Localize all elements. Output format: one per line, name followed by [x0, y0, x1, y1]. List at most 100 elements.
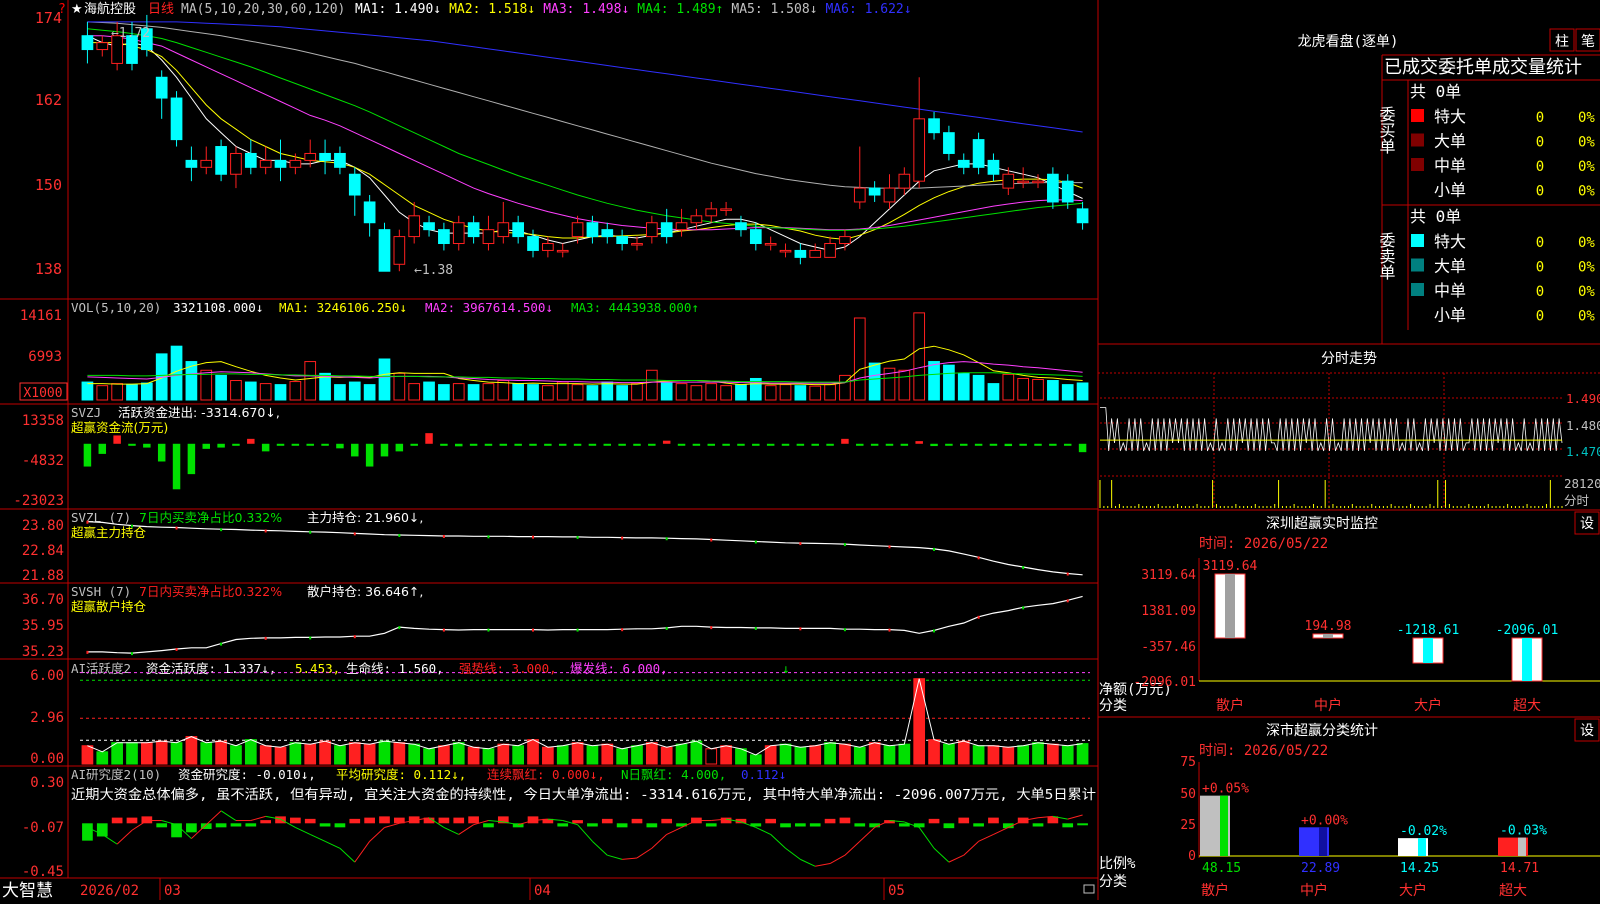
candle[interactable] [438, 229, 450, 245]
candle[interactable] [244, 152, 257, 168]
candle[interactable] [957, 159, 970, 168]
flow-bar[interactable] [187, 443, 196, 475]
research-bar[interactable] [364, 817, 375, 824]
research-bar[interactable] [839, 817, 851, 824]
volume-bar[interactable] [660, 382, 673, 401]
candle[interactable] [467, 222, 480, 238]
candle[interactable] [363, 201, 376, 224]
activity-bar[interactable] [586, 745, 599, 765]
research-bar[interactable] [156, 823, 168, 828]
flow-bar[interactable] [870, 443, 879, 446]
activity-bar[interactable] [185, 736, 198, 765]
activity-bar[interactable] [244, 739, 257, 765]
research-bar[interactable] [572, 820, 583, 824]
volume-bar[interactable] [913, 312, 926, 401]
research-bar[interactable] [141, 816, 153, 824]
candle[interactable] [155, 76, 168, 99]
volume-bar[interactable] [111, 383, 123, 401]
candle[interactable] [987, 159, 1000, 175]
research-bar[interactable] [646, 823, 658, 828]
candle[interactable] [720, 208, 732, 211]
flow-bar[interactable] [276, 443, 285, 446]
research-bar[interactable] [973, 823, 984, 827]
volume-bar[interactable] [943, 364, 955, 401]
activity-bar[interactable] [378, 740, 391, 765]
ai-research-chart[interactable] [82, 810, 1088, 867]
activity-bar[interactable] [408, 743, 421, 765]
flow-bar[interactable] [1078, 443, 1087, 453]
flow-bar[interactable] [1049, 443, 1057, 446]
flow-bar[interactable] [306, 443, 314, 446]
research-bar[interactable] [82, 823, 93, 841]
research-bar[interactable] [557, 823, 569, 827]
activity-bar[interactable] [319, 740, 331, 765]
flow-bar[interactable] [573, 443, 582, 446]
research-bar[interactable] [215, 823, 227, 828]
research-bar[interactable] [453, 817, 465, 824]
activity-bar[interactable] [616, 748, 628, 765]
volume-bar[interactable] [957, 372, 970, 401]
flow-bar[interactable] [425, 433, 433, 444]
volume-bar[interactable] [972, 374, 985, 401]
volume-bar[interactable] [452, 383, 465, 401]
candle[interactable] [631, 243, 643, 246]
flow-bar[interactable] [291, 443, 300, 446]
activity-bar[interactable] [987, 745, 1000, 765]
volume-bar[interactable] [705, 383, 718, 401]
activity-bar[interactable] [126, 742, 138, 765]
candle[interactable] [170, 97, 183, 141]
candle[interactable] [81, 35, 94, 51]
volume-bar[interactable] [779, 384, 792, 401]
candle[interactable] [764, 243, 777, 246]
flow-bar[interactable] [811, 443, 819, 446]
research-bar[interactable] [126, 817, 138, 824]
research-bar[interactable] [720, 817, 732, 824]
lock-icon[interactable] [1083, 884, 1095, 894]
flow-bar[interactable] [588, 443, 597, 446]
activity-bar[interactable] [660, 746, 673, 765]
activity-bar[interactable] [720, 745, 732, 765]
activity-bar[interactable] [824, 742, 836, 765]
volume-bar[interactable] [81, 381, 94, 401]
volume-bar[interactable] [527, 384, 539, 401]
flow-bar[interactable] [395, 443, 404, 452]
candle[interactable] [868, 187, 881, 196]
flow-bar[interactable] [737, 443, 745, 446]
flow-bar[interactable] [960, 443, 968, 446]
research-bar[interactable] [795, 823, 806, 827]
research-bar[interactable] [304, 818, 316, 824]
candle[interactable] [348, 173, 361, 196]
research-bar[interactable] [171, 823, 182, 838]
candle[interactable] [304, 152, 317, 161]
activity-bar[interactable] [274, 746, 287, 765]
research-bar[interactable] [290, 817, 301, 824]
flow-bar[interactable] [484, 443, 493, 446]
flow-bar[interactable] [633, 443, 641, 446]
candle[interactable] [393, 236, 406, 265]
candle[interactable] [794, 249, 807, 258]
activity-bar[interactable] [363, 743, 376, 765]
flow-bar[interactable] [499, 443, 508, 446]
research-bar[interactable] [1077, 823, 1088, 826]
flow-bar[interactable] [261, 443, 270, 452]
candle[interactable] [898, 173, 911, 189]
research-bar[interactable] [601, 818, 613, 824]
activity-bar[interactable] [749, 754, 762, 765]
candle[interactable] [883, 187, 896, 203]
research-bar[interactable] [245, 823, 257, 827]
main-holding-chart[interactable] [86, 520, 1083, 576]
candle[interactable] [824, 243, 836, 258]
activity-bar[interactable] [601, 743, 614, 765]
flow-bar[interactable] [380, 443, 389, 457]
volume-bar[interactable] [378, 358, 391, 401]
activity-bar[interactable] [898, 743, 911, 765]
flow-bar[interactable] [336, 443, 344, 449]
flow-bar[interactable] [841, 438, 849, 444]
activity-bar[interactable] [259, 745, 272, 765]
volume-bar[interactable] [631, 383, 643, 401]
activity-bar[interactable] [200, 742, 213, 765]
candle[interactable] [542, 243, 554, 251]
volume-bar[interactable] [764, 385, 777, 401]
flow-bar[interactable] [900, 443, 909, 446]
research-bar[interactable] [438, 817, 450, 824]
